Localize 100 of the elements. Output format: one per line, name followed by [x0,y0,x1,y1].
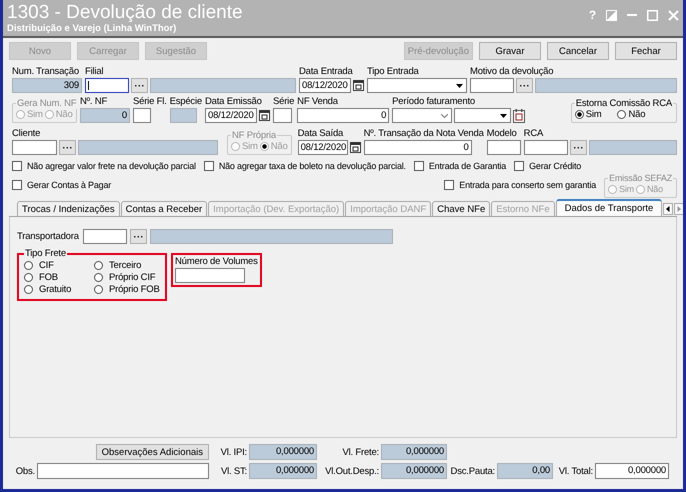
checkbox-label: Não agregar taxa de boleto na devolução parcial. [218,161,406,171]
period-dropdown[interactable] [392,108,452,123]
field-label: Período faturamento [392,96,476,107]
group-label: Gera Num. NF [16,98,78,109]
browse-button[interactable] [130,229,147,244]
field-label: Vl. ST: [220,466,247,476]
sale-transaction-field[interactable]: 0 [364,140,472,155]
browse-button[interactable] [516,78,533,93]
toolbar-button[interactable]: Fechar [615,42,677,60]
radio-button[interactable] [24,272,33,282]
amount-field[interactable]: 0,000000 [595,463,669,479]
model-field[interactable] [486,140,521,155]
invoice-number-field[interactable]: 0 [80,108,130,123]
radio-label: Próprio CIF [109,272,156,282]
amount-field[interactable]: 0,00 [497,463,553,479]
calendar-icon[interactable] [353,80,364,91]
customer-field[interactable] [12,140,57,155]
field-label: Data Emissão [204,96,263,107]
series-field[interactable] [133,108,151,123]
checkbox[interactable] [514,161,524,171]
radio-button[interactable] [94,260,103,270]
group-label: Emissão SEFAZ [608,172,673,184]
tab[interactable]: Chave NFe [432,201,490,216]
field-label: Filial [85,66,104,77]
field-label: Motivo da devolução [470,66,554,77]
radio-button[interactable] [617,110,626,119]
checkbox-label: Gerar Crédito [529,161,582,171]
field-label: Data Entrada [299,66,354,77]
radio-label: Terceiro [109,260,142,270]
calendar-icon[interactable] [258,110,270,121]
radio-label: Próprio FOB [109,284,160,294]
radio-label: Gratuito [39,284,72,294]
field-label: RCA [524,128,544,139]
radio-label: Sim [242,141,258,152]
radio-label: Sim [586,109,602,120]
amount-field[interactable]: 0,000000 [249,444,317,460]
field-label: Tipo Entrada [367,66,420,77]
toolbar-button[interactable]: Gravar [479,42,541,60]
checkbox[interactable] [12,180,22,190]
date-field[interactable]: 08/12/2020 [298,140,348,155]
radio-button[interactable] [574,110,584,119]
tab[interactable]: Contas a Receber [120,201,208,216]
field-label: Série [272,96,294,107]
checkbox-label: Gerar Contas à Pagar [27,180,112,190]
series-field[interactable] [272,108,292,123]
checkbox[interactable] [414,161,424,171]
checkbox[interactable] [12,161,22,171]
radio-button[interactable] [24,260,33,270]
scroll-left-icon[interactable] [663,203,674,215]
field-label: Espécie [170,96,202,107]
field-label: Dsc.Pauta: [450,466,495,476]
window-subtitle: Distribuição e Varejo (Linha WinThor) [7,23,178,34]
amount-field[interactable]: 0,000000 [249,463,317,479]
field-label: Modelo [486,128,518,139]
calendar-icon[interactable] [513,108,526,122]
rca-field[interactable] [524,140,568,155]
checkbox-label: Não agregar valor frete na devolução parcial [27,161,196,171]
period-dropdown[interactable] [454,108,512,123]
transaction-number-field[interactable]: 309 [12,78,82,93]
field-label: Cliente [12,128,42,139]
caret-icon [500,114,508,118]
radio-label: CIF [39,260,54,270]
field-label: Número de Volumes [175,256,258,267]
date-field[interactable]: 08/12/2020 [204,108,257,123]
field-label: NF Venda [297,96,339,107]
field-label: Vl. Total: [558,466,593,476]
notes-field[interactable] [37,463,209,479]
entry-type-dropdown[interactable] [367,78,467,93]
browse-button[interactable] [131,78,148,93]
radio-label: Não [628,109,646,120]
browse-button[interactable] [59,140,76,155]
species-field[interactable] [170,108,197,123]
radio-button[interactable] [94,284,103,294]
field-label: Num. Transação [12,66,80,77]
reason-field[interactable] [470,78,514,93]
checkbox-label: Entrada para conserto sem garantia [459,180,596,190]
branch-field[interactable] [85,78,129,93]
field-label: Vl. Frete: [341,446,379,458]
carrier-field[interactable] [82,229,127,244]
date-field[interactable]: 08/12/2020 [299,78,351,93]
window-title: 1303 - Devolução de cliente [7,2,243,23]
amount-field[interactable]: 0,000000 [381,463,447,479]
radio-label: Não [56,109,73,120]
calendar-icon[interactable] [350,142,361,153]
checkbox[interactable] [204,161,214,171]
amount-field[interactable]: 0,000000 [381,444,447,460]
checkbox[interactable] [444,180,454,190]
additional-notes-button[interactable]: Observações Adicionais [96,444,209,460]
browse-button[interactable] [570,140,587,155]
radio-label: Sim [619,184,634,194]
radio-label: Não [646,184,663,194]
radio-button[interactable] [24,284,33,294]
tab[interactable]: Trocas / Indenizações [17,201,120,216]
tab[interactable]: Dados de Transporte [556,199,662,216]
sale-invoice-field[interactable]: 0 [297,108,390,123]
radio-button[interactable] [94,272,103,282]
volumes-field[interactable] [175,268,245,283]
field-label: Obs. [14,466,35,476]
field-label: Vl.Out.Desp.: [324,466,379,476]
toolbar-button[interactable]: Cancelar [547,42,609,60]
